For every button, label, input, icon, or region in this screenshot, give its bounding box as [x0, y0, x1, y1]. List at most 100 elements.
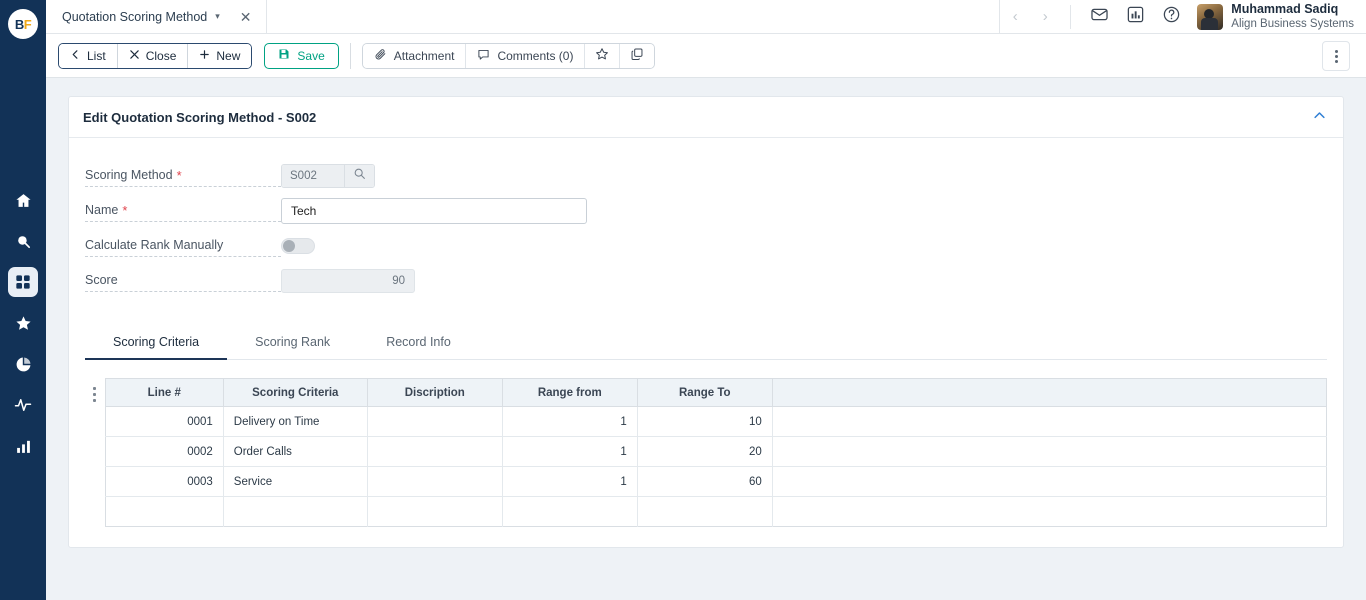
- document-tab-quotation-scoring-method[interactable]: Quotation Scoring Method ▾ ✕: [46, 0, 267, 33]
- duplicate-button[interactable]: [620, 43, 655, 68]
- list-button-label: List: [87, 48, 106, 63]
- bar-chart-icon: [15, 438, 32, 455]
- star-outline-icon: [595, 47, 609, 64]
- cell-scoring-criteria[interactable]: [223, 496, 368, 527]
- help-button[interactable]: [1156, 2, 1186, 32]
- favorite-button[interactable]: [585, 43, 621, 68]
- comments-button-label: Comments (0): [497, 48, 574, 63]
- logo-letter-b: B: [14, 16, 24, 32]
- search-icon: [353, 167, 366, 185]
- cell-range-to[interactable]: 60: [637, 466, 773, 497]
- cell-line[interactable]: 0002: [105, 436, 224, 467]
- plus-icon: [199, 49, 210, 63]
- rail-item-pie-report[interactable]: [8, 349, 38, 379]
- grid-options-icon[interactable]: [85, 378, 105, 527]
- table-row[interactable]: 0002 Order Calls 1 20: [105, 436, 1327, 467]
- field-row-name: Name *: [85, 193, 1343, 228]
- tab-record-info[interactable]: Record Info: [358, 324, 479, 360]
- scoring-method-lookup: [281, 163, 375, 188]
- rail-item-bar-report[interactable]: [8, 431, 38, 461]
- cell-scoring-criteria[interactable]: Delivery on Time: [223, 406, 368, 437]
- copy-icon: [630, 47, 644, 64]
- cell-range-from[interactable]: 1: [502, 436, 638, 467]
- activity-pulse-icon: [14, 396, 32, 414]
- toggle-knob: [283, 239, 295, 252]
- table-row-empty[interactable]: [105, 496, 1326, 527]
- home-icon: [15, 192, 32, 209]
- left-nav-rail: BF: [0, 0, 46, 600]
- col-header-range-to[interactable]: Range To: [637, 378, 773, 407]
- more-vertical-icon-dot: [1334, 49, 1338, 53]
- table-row[interactable]: 0001 Delivery on Time 1 10: [105, 406, 1327, 437]
- col-header-line[interactable]: Line #: [105, 378, 224, 407]
- close-button[interactable]: Close: [117, 43, 189, 68]
- rail-item-favorites[interactable]: [8, 308, 38, 338]
- page-title: Edit Quotation Scoring Method - S002: [83, 109, 317, 125]
- table-row[interactable]: 0003 Service 1 60: [105, 466, 1327, 497]
- cell-range-to[interactable]: [637, 496, 773, 527]
- cell-discription[interactable]: [367, 406, 503, 437]
- cell-scoring-criteria[interactable]: Service: [223, 466, 368, 497]
- save-button[interactable]: Save: [264, 42, 339, 69]
- chevron-down-icon[interactable]: ▾: [215, 11, 220, 22]
- field-row-score: Score: [85, 263, 1343, 298]
- user-info[interactable]: Muhammad Sadiq Align Business Systems: [1231, 2, 1354, 32]
- cell-range-from[interactable]: 1: [502, 406, 638, 437]
- col-header-scoring-criteria[interactable]: Scoring Criteria: [223, 378, 368, 407]
- cell-range-to[interactable]: 10: [637, 406, 773, 437]
- cell-scoring-criteria[interactable]: Order Calls: [223, 436, 368, 467]
- new-button-label: New: [216, 48, 241, 63]
- close-icon[interactable]: ✕: [240, 10, 252, 24]
- dot: [93, 399, 97, 402]
- rail-item-search[interactable]: [8, 226, 38, 256]
- more-options-button[interactable]: [1322, 41, 1350, 71]
- field-row-scoring-method: Scoring Method *: [85, 158, 1343, 193]
- star-icon: [15, 315, 32, 332]
- cell-line[interactable]: [105, 496, 224, 527]
- attachment-button[interactable]: Attachment: [362, 43, 467, 68]
- rail-item-home[interactable]: [8, 185, 38, 215]
- reports-button[interactable]: [1120, 2, 1150, 32]
- comment-bubble-icon: [477, 48, 490, 64]
- calculate-rank-manually-label: Calculate Rank Manually: [85, 234, 281, 257]
- list-button[interactable]: List: [59, 43, 118, 68]
- comments-button[interactable]: Comments (0): [466, 43, 586, 68]
- cell-line[interactable]: 0001: [105, 406, 224, 437]
- score-input[interactable]: [281, 268, 415, 293]
- apps-grid-icon: [15, 274, 31, 290]
- close-x-icon: [129, 49, 140, 63]
- cell-line[interactable]: 0003: [105, 466, 224, 497]
- cell-discription[interactable]: [367, 496, 503, 527]
- name-input[interactable]: [281, 197, 587, 224]
- nav-prev-button[interactable]: ‹: [1000, 0, 1030, 34]
- form-fields: Scoring Method * S002 Name * Tech Calcul…: [69, 138, 1343, 298]
- document-tab-strip: Quotation Scoring Method ▾ ✕ ‹ › Muhamma…: [46, 0, 1366, 34]
- rail-item-activity[interactable]: [8, 390, 38, 420]
- scoring-method-label-text: Scoring Method: [85, 168, 173, 182]
- tab-scoring-rank[interactable]: Scoring Rank: [227, 324, 358, 360]
- more-vertical-icon-dot: [1334, 59, 1338, 63]
- nav-next-button[interactable]: ›: [1030, 0, 1060, 34]
- app-logo[interactable]: BF: [8, 9, 38, 39]
- avatar[interactable]: [1197, 3, 1224, 30]
- scoring-method-lookup-button[interactable]: [344, 164, 374, 187]
- calculate-rank-manually-toggle[interactable]: [281, 237, 315, 254]
- name-label-text: Name: [85, 203, 119, 217]
- chevron-up-icon[interactable]: [1312, 108, 1327, 126]
- cell-discription[interactable]: [367, 436, 503, 467]
- save-button-label: Save: [297, 48, 325, 63]
- cell-spacer: [772, 406, 1327, 437]
- cell-discription[interactable]: [367, 466, 503, 497]
- col-header-range-from[interactable]: Range from: [502, 378, 638, 407]
- new-button[interactable]: New: [188, 43, 252, 68]
- col-header-discription[interactable]: Discription: [367, 378, 503, 407]
- tab-scoring-criteria[interactable]: Scoring Criteria: [85, 324, 228, 360]
- detail-tabs: Scoring Criteria Scoring Rank Record Inf…: [85, 324, 1327, 360]
- cell-range-from[interactable]: [502, 496, 638, 527]
- scoring-method-input[interactable]: [282, 164, 344, 187]
- cell-range-from[interactable]: 1: [502, 466, 638, 497]
- rail-item-apps[interactable]: [8, 267, 38, 297]
- cell-range-to[interactable]: 20: [637, 436, 773, 467]
- col-header-spacer: [772, 378, 1327, 407]
- mail-button[interactable]: [1084, 2, 1114, 32]
